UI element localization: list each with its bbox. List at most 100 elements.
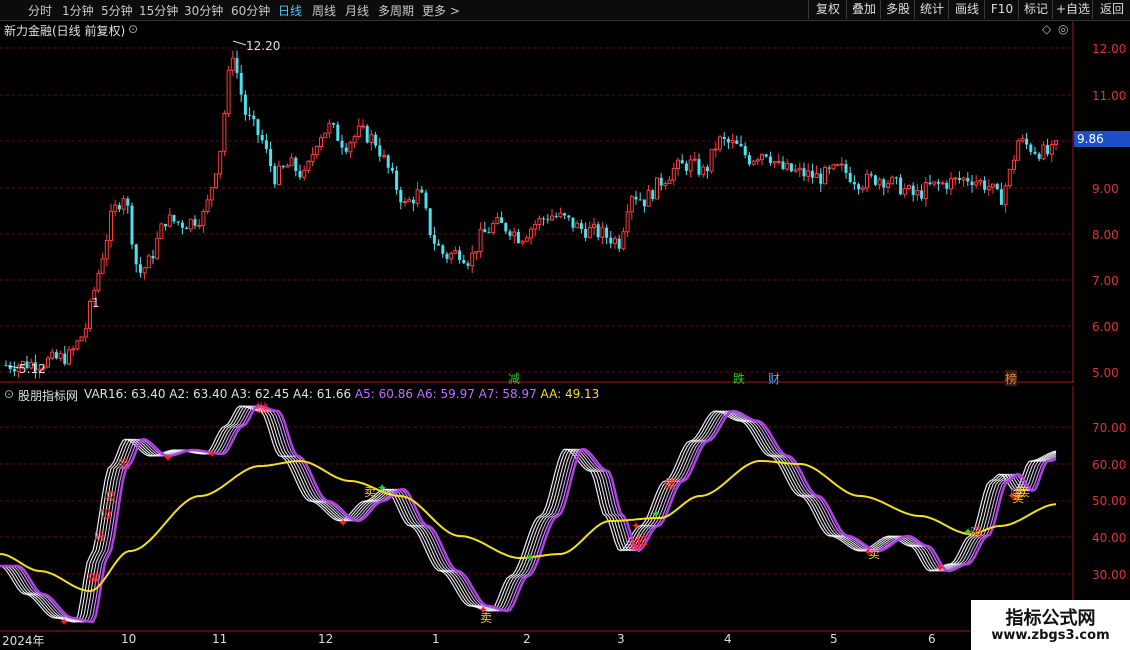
one-marker: 1: [92, 296, 100, 310]
fuquan-button[interactable]: 复权: [808, 0, 847, 19]
candle-body: [453, 250, 458, 254]
candle-body: [688, 159, 693, 172]
candle-body: [470, 252, 475, 267]
candle-body: [550, 215, 554, 221]
period-tab-fenshi[interactable]: 分时: [28, 2, 52, 19]
event-tag-jian[interactable]: 减: [508, 370, 520, 387]
candle-body: [54, 352, 58, 359]
signal-mark: ✦: [59, 615, 69, 629]
candle-body: [218, 150, 223, 175]
candle-body: [882, 179, 886, 188]
candle-body: [369, 134, 374, 143]
event-tag-bang[interactable]: 榜: [1005, 370, 1018, 387]
candle-body: [911, 185, 915, 195]
candle-body: [516, 231, 520, 244]
candle-body: [1029, 144, 1033, 152]
period-tab-1min[interactable]: 1分钟: [62, 2, 94, 19]
candle-body: [1012, 159, 1016, 170]
candle-body: [726, 138, 730, 143]
candle-body: [978, 179, 983, 183]
indicator-toggle-icon[interactable]: ⊙: [4, 387, 14, 401]
indicator-value-5: A6: 59.97: [416, 387, 479, 401]
candle-body: [609, 237, 613, 244]
candle-body: [1003, 185, 1008, 206]
candle-body: [113, 204, 118, 212]
candle-body: [378, 145, 382, 157]
candle-body: [336, 124, 340, 141]
candle-body: [554, 215, 558, 217]
statistics-button[interactable]: 统计: [914, 0, 949, 19]
candle-body: [214, 173, 218, 189]
period-tab-15min[interactable]: 15分钟: [139, 2, 178, 19]
diamond-icon[interactable]: ◇: [1042, 22, 1051, 36]
price-chart[interactable]: [0, 21, 1074, 383]
overlay-button[interactable]: 叠加: [846, 0, 881, 19]
candle-body: [75, 340, 80, 350]
indicator-value-0: VAR16: 63.40: [84, 387, 170, 401]
signal-mark: ✦: [525, 551, 535, 565]
candle-body: [823, 166, 827, 185]
sub-tag: 卖: [1018, 485, 1030, 499]
candle-body: [835, 164, 840, 167]
candle-body: [478, 228, 483, 253]
candle-body: [680, 160, 684, 164]
settings-icon[interactable]: ◎: [1058, 22, 1068, 36]
candle-body: [949, 178, 953, 190]
signal-mark: ✦: [935, 561, 945, 575]
period-tab-monthly[interactable]: 月线: [345, 2, 369, 19]
sub-tag: 吸: [104, 490, 116, 504]
period-tab-60min[interactable]: 60分钟: [231, 2, 270, 19]
candle-body: [802, 168, 806, 177]
candle-body: [844, 164, 848, 174]
watermark-title: 指标公式网: [1005, 608, 1096, 629]
candle-body: [915, 189, 920, 196]
event-tag-cai[interactable]: 财: [768, 370, 780, 387]
candle-body: [365, 125, 369, 143]
candle-body: [71, 348, 76, 351]
candle-body: [176, 221, 180, 223]
period-tab-5min[interactable]: 5分钟: [101, 2, 133, 19]
candle-body: [277, 165, 281, 185]
period-tab-more[interactable]: 更多 >: [422, 2, 460, 19]
period-tab-30min[interactable]: 30分钟: [184, 2, 223, 19]
candle-body: [751, 160, 756, 165]
candle-body: [4, 365, 8, 367]
candle-body: [772, 161, 777, 164]
candle-body: [625, 211, 630, 233]
candle-body: [567, 215, 571, 218]
draw-line-button[interactable]: 画线: [948, 0, 985, 19]
candle-body: [768, 156, 772, 164]
candle-body: [310, 154, 315, 162]
candle-body: [546, 219, 550, 221]
sub-tag: 卖: [480, 611, 492, 625]
candle-body: [999, 189, 1003, 205]
candle-body: [230, 57, 235, 71]
candle-body: [332, 123, 336, 125]
back-button[interactable]: 返回: [1092, 0, 1130, 19]
mark-button[interactable]: 标记: [1018, 0, 1053, 19]
candle-body: [542, 218, 546, 220]
period-tab-multi[interactable]: 多周期: [378, 2, 414, 19]
f10-button[interactable]: F10: [984, 0, 1019, 19]
ind-label-50: 50.00: [1092, 494, 1127, 508]
candle-body: [621, 231, 626, 250]
multi-stock-button[interactable]: 多股: [880, 0, 915, 19]
candle-body: [936, 181, 940, 184]
candle-body: [348, 142, 353, 153]
indicator-chart[interactable]: ✦✦ ✦✦✦✦✦✦✦✦✦✦✦做吸吸吸吸抛卖卖位位做吸卖卖吸卖卖: [0, 386, 1074, 632]
add-watchlist-button[interactable]: +自选: [1052, 0, 1093, 19]
candle-body: [776, 160, 781, 163]
candle-body: [248, 114, 252, 116]
candle-body: [592, 223, 596, 229]
date-label-3: 3: [617, 632, 625, 646]
period-tab-daily[interactable]: 日线: [278, 2, 302, 19]
chevron-down-icon[interactable]: ⊙: [128, 22, 138, 36]
period-tab-weekly[interactable]: 周线: [312, 2, 336, 19]
candle-body: [739, 143, 743, 147]
candle-body: [579, 223, 583, 229]
candle-body: [361, 125, 365, 128]
candle-body: [899, 177, 903, 195]
candle-body: [117, 204, 121, 210]
candle-body: [356, 125, 361, 137]
event-tag-die[interactable]: 跌: [733, 370, 745, 387]
